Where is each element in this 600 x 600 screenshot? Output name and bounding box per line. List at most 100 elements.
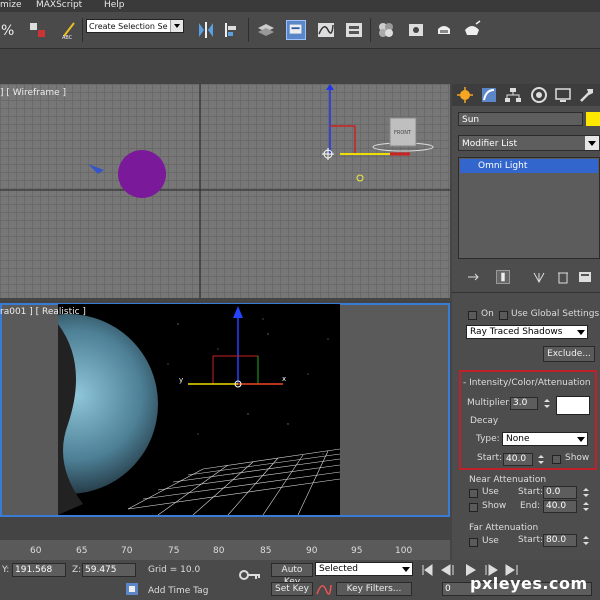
create-tab-icon[interactable] (456, 86, 474, 104)
multiplier-spinner-icon[interactable] (543, 398, 550, 409)
timeline-tick-label: 80 (213, 546, 225, 556)
shadow-type-text: Ray Traced Shadows (470, 327, 563, 337)
render-setup-icon[interactable] (406, 20, 426, 40)
chevron-down-icon[interactable] (402, 567, 410, 572)
multiplier-field[interactable]: 3.0 (510, 397, 538, 410)
near-show-checkbox[interactable] (469, 503, 478, 512)
near-start-field[interactable]: 0.0 (543, 486, 577, 499)
rendered-frame-window-icon[interactable] (434, 20, 454, 40)
curve-editor-icon[interactable] (316, 20, 336, 40)
decay-start-spinner-icon[interactable] (537, 454, 544, 465)
y-coord-label: Y: (2, 565, 10, 575)
near-start-label: Start: (518, 487, 544, 497)
edit-named-selection-icon[interactable]: ABC (60, 20, 80, 40)
toolbar-separator (370, 18, 371, 42)
utilities-tab-icon[interactable] (578, 86, 596, 104)
toolbar-separator (248, 18, 249, 42)
menu-item-help[interactable]: Help (104, 0, 125, 10)
material-editor-icon[interactable] (376, 20, 396, 40)
command-panel-tabs (452, 84, 600, 106)
make-unique-icon[interactable] (532, 270, 546, 284)
key-filters-button[interactable]: Key Filters... (336, 582, 412, 596)
object-color-swatch[interactable] (586, 112, 600, 126)
far-start-label: Start: (518, 535, 544, 545)
near-start-spinner-icon[interactable] (582, 487, 589, 498)
watermark-logo: pxleyes.com (470, 574, 588, 593)
stack-item-omni-light[interactable]: Omni Light (460, 159, 598, 173)
chevron-down-icon[interactable] (577, 437, 585, 442)
use-global-settings-label: Use Global Settings (511, 309, 600, 319)
stack-toolbar (452, 262, 600, 293)
layer-manager-icon[interactable] (256, 20, 276, 40)
percent-snap-icon[interactable]: % (0, 20, 20, 40)
z-coord-field[interactable]: 59.475 (82, 563, 136, 577)
object-name-field[interactable]: Sun (458, 112, 583, 126)
motion-tab-icon[interactable] (530, 86, 548, 104)
set-key-button[interactable]: Set Key (271, 582, 313, 596)
scene-explorer-icon[interactable] (286, 20, 306, 40)
near-end-spinner-icon[interactable] (582, 501, 589, 512)
svg-text:%: % (1, 23, 14, 39)
chevron-down-icon[interactable] (585, 136, 599, 150)
key-icon[interactable] (238, 568, 262, 582)
far-use-checkbox[interactable] (469, 538, 478, 547)
svg-text:ABC: ABC (62, 35, 73, 40)
toolbar-separator (82, 18, 83, 42)
far-start-field[interactable]: 80.0 (543, 534, 577, 547)
modify-tab-icon[interactable] (480, 86, 498, 104)
intensity-rollout-header[interactable]: - Intensity/Color/Attenuation (463, 378, 591, 388)
schematic-view-icon[interactable] (344, 20, 364, 40)
decay-show-checkbox[interactable] (552, 455, 561, 464)
axis-y-label: y (179, 376, 183, 384)
menu-item-customize[interactable]: mize (0, 0, 22, 10)
near-use-checkbox[interactable] (469, 489, 478, 498)
multiplier-label: Multiplier: (467, 398, 512, 408)
near-attenuation-label: Near Attenuation (469, 475, 547, 485)
time-tag-icon[interactable] (125, 582, 139, 596)
modifier-list-dropdown[interactable]: Modifier List (458, 135, 600, 151)
chevron-down-icon[interactable] (577, 330, 585, 335)
near-show-label: Show (482, 501, 507, 511)
previous-frame-icon (441, 564, 454, 576)
menu-item-maxscript[interactable]: MAXScript (36, 0, 82, 10)
shadow-type-dropdown[interactable]: Ray Traced Shadows (466, 325, 588, 339)
near-use-label: Use (482, 487, 499, 497)
auto-key-button[interactable]: Auto Key (271, 563, 313, 587)
mirror-icon[interactable] (196, 20, 216, 40)
exclude-button[interactable]: Exclude... (543, 346, 595, 362)
decay-start-field[interactable]: 40.0 (503, 453, 533, 466)
remove-modifier-icon[interactable] (556, 270, 570, 284)
far-start-spinner-icon[interactable] (582, 535, 589, 546)
key-mode-dropdown[interactable]: Selected (315, 562, 413, 576)
decay-start-label: Start: (477, 453, 503, 463)
timeline-tick-label: 85 (260, 546, 272, 556)
far-use-label: Use (482, 536, 499, 546)
display-tab-icon[interactable] (554, 86, 572, 104)
align-icon[interactable] (222, 20, 242, 40)
timeline-tick-label: 65 (76, 546, 88, 556)
shadows-on-checkbox[interactable] (468, 311, 477, 320)
spinner-snap-icon[interactable] (28, 20, 48, 40)
add-time-tag-label[interactable]: Add Time Tag (148, 586, 208, 596)
timeline[interactable] (0, 540, 450, 560)
decay-show-label: Show (565, 453, 590, 463)
use-global-settings-checkbox[interactable] (499, 311, 508, 320)
chevron-down-icon[interactable] (170, 20, 183, 32)
pin-stack-icon[interactable] (466, 270, 480, 284)
selection-set-dropdown[interactable]: Create Selection Se (86, 19, 184, 33)
top-viewport-scene: FRONT (0, 84, 450, 298)
y-coord-field[interactable]: 191.568 (12, 563, 66, 577)
timeline-tick-label: 100 (395, 546, 413, 556)
main-toolbar: % ABC Create Selection Se (0, 12, 600, 49)
key-filters-curve-icon[interactable] (316, 582, 332, 596)
decay-type-dropdown[interactable]: None (502, 432, 588, 446)
configure-modifier-sets-icon[interactable] (578, 270, 592, 284)
camera-icon (88, 164, 104, 174)
decay-type-text: None (506, 434, 530, 444)
hierarchy-tab-icon[interactable] (504, 86, 522, 104)
near-end-label: End: (520, 501, 541, 511)
near-end-field[interactable]: 40.0 (543, 500, 577, 513)
render-production-icon[interactable] (462, 20, 482, 40)
light-color-swatch[interactable] (556, 396, 590, 415)
show-end-result-icon[interactable] (496, 270, 510, 284)
